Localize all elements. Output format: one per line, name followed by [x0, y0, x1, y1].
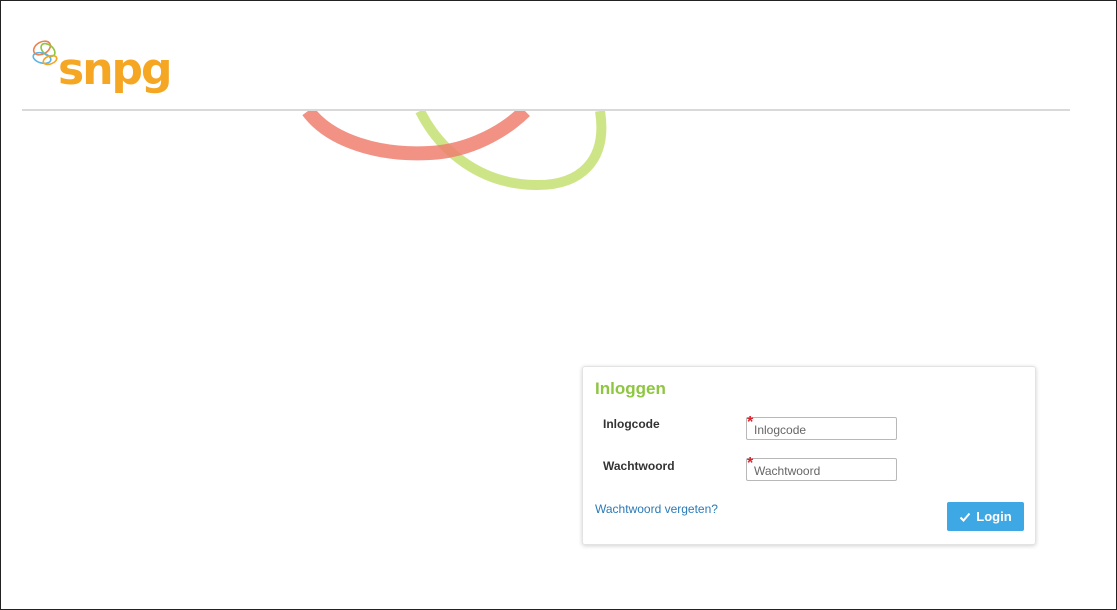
password-input[interactable]	[746, 458, 897, 481]
password-required-marker: *	[747, 455, 754, 472]
login-title: Inloggen	[595, 379, 666, 398]
login-panel: Inloggen Inlogcode * Wachtwoord * Wachtw…	[582, 366, 1036, 545]
logo-wordmark: snpg	[58, 44, 173, 95]
check-icon	[960, 512, 971, 522]
username-label: Inlogcode	[603, 417, 660, 431]
username-required-marker: *	[747, 414, 754, 431]
login-button[interactable]: Login	[947, 502, 1024, 531]
decorative-swirl-graphic	[302, 111, 607, 191]
password-label: Wachtwoord	[603, 459, 675, 473]
username-input[interactable]	[746, 417, 897, 440]
forgot-password-link[interactable]: Wachtwoord vergeten?	[595, 502, 718, 516]
login-button-label: Login	[976, 509, 1012, 524]
snpg-logo[interactable]: snpg	[30, 36, 173, 108]
